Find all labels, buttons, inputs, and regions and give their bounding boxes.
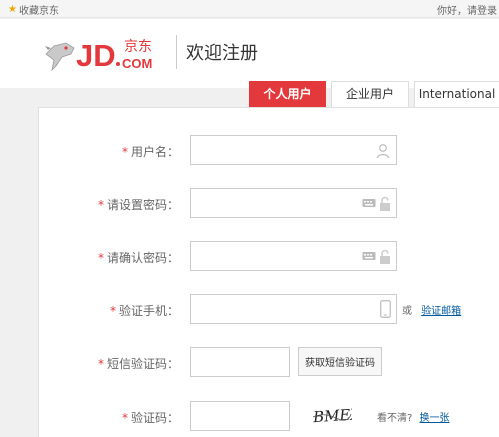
required-mark: * [121,145,128,159]
user-icon [376,144,390,159]
password-field[interactable] [190,188,397,218]
phone-field[interactable] [190,294,397,324]
lock-icon [380,249,390,264]
svg-text:JD: JD [76,38,116,73]
captcha-refresh-link[interactable]: 换一张 [420,413,450,424]
captcha-field[interactable] [190,401,290,431]
favorite-label: 收藏京东 [18,6,59,17]
keyboard-icon[interactable] [362,196,376,210]
captcha-input[interactable] [191,402,289,430]
verify-email-link[interactable]: 验证邮箱 [421,306,461,317]
tab-enterprise[interactable]: 企业用户 [331,81,409,107]
mobile-phone-icon [380,300,391,318]
jd-logo[interactable]: JD 京东 COM [44,34,172,74]
sms-code-label: * 短信验证码： [97,357,179,371]
lock-icon [380,196,390,211]
username-label: * 用户名： [121,145,179,159]
phone-or-email: 或 验证邮箱 [402,306,462,317]
star-icon: ★ [8,4,17,15]
confirm-password-field[interactable] [190,241,397,271]
phone-input[interactable] [191,295,396,323]
logo-cn: 京东 [124,39,152,55]
captcha-label: * 验证码： [121,411,179,425]
top-bar: ★ 收藏京东 你好，请登录 [0,0,499,18]
username-field[interactable] [190,135,397,165]
captcha-refresh: 看不清? 换一张 [377,409,450,424]
tab-personal[interactable]: 个人用户 [249,81,326,107]
get-sms-code-button[interactable]: 获取短信验证码 [298,347,382,376]
favorite-link[interactable]: ★ 收藏京东 [8,2,59,17]
tab-international[interactable]: International [414,81,499,107]
user-type-tabs: 个人用户 企业用户 International [0,81,499,107]
svg-text:COM: COM [122,56,152,71]
page-title: 欢迎注册 [186,43,258,64]
captcha-hint: 看不清? [377,413,413,424]
login-greeting[interactable]: 你好，请登录 [437,2,497,17]
header: JD 京东 COM 欢迎注册 [0,19,499,88]
sms-code-field[interactable] [190,347,290,377]
username-input[interactable] [191,136,396,164]
sms-code-input[interactable] [191,348,289,376]
captcha-image[interactable]: BMEX [312,402,352,428]
phone-label: * 验证手机： [109,304,179,318]
logo-divider [176,35,177,69]
keyboard-icon[interactable] [362,249,376,263]
confirm-password-label: * 请确认密码： [97,251,179,265]
jd-dog-icon [45,42,75,72]
password-label: * 请设置密码： [97,198,179,212]
